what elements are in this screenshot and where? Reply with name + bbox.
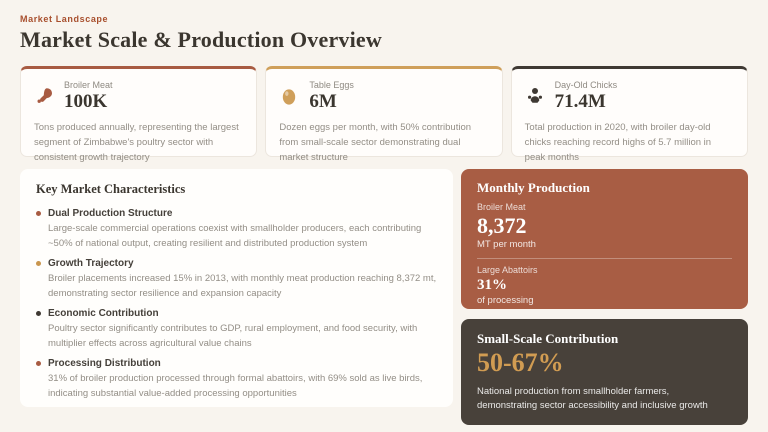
divider — [477, 258, 732, 259]
bullet-title: Growth Trajectory — [48, 256, 134, 271]
bullet-dot — [36, 311, 41, 316]
list-item: Processing Distribution 31% of broiler p… — [36, 356, 437, 401]
list-item: Dual Production Structure Large-scale co… — [36, 206, 437, 251]
stat-description: Tons produced annually, representing the… — [34, 120, 243, 165]
bullet-description: 31% of broiler production processed thro… — [48, 371, 437, 401]
panel-heading: Monthly Production — [477, 180, 732, 196]
stat-value: 6M — [309, 91, 354, 112]
bullet-dot — [36, 261, 41, 266]
bullet-title: Dual Production Structure — [48, 206, 172, 221]
small-scale-panel: Small-Scale Contribution 50-67% National… — [461, 319, 748, 425]
main-content: Key Market Characteristics Dual Producti… — [20, 169, 748, 425]
monthly-production-panel: Monthly Production Broiler Meat 8,372 MT… — [461, 169, 748, 309]
right-column: Monthly Production Broiler Meat 8,372 MT… — [461, 169, 748, 425]
stat-card-broiler-meat: Broiler Meat 100K Tons produced annually… — [20, 66, 257, 157]
metric-label: Broiler Meat — [477, 202, 732, 213]
metric-value: 31% — [477, 276, 732, 294]
slide: Market Landscape Market Scale & Producti… — [0, 0, 768, 432]
stat-card-table-eggs: Table Eggs 6M Dozen eggs per month, with… — [265, 66, 502, 157]
bullet-title: Processing Distribution — [48, 356, 161, 371]
header: Market Landscape Market Scale & Producti… — [20, 14, 748, 53]
metric-label: Large Abattoirs — [477, 265, 732, 276]
bullet-dot — [36, 211, 41, 216]
key-characteristics-panel: Key Market Characteristics Dual Producti… — [20, 169, 453, 407]
bullet-description: Poultry sector significantly contributes… — [48, 321, 437, 351]
stat-value: 100K — [64, 91, 113, 112]
panel-description: National production from smallholder far… — [477, 385, 732, 413]
stat-description: Total production in 2020, with broiler d… — [525, 120, 734, 165]
stat-description: Dozen eggs per month, with 50% contribut… — [279, 120, 488, 165]
section-heading: Key Market Characteristics — [36, 182, 437, 197]
bullet-description: Large-scale commercial operations coexis… — [48, 221, 437, 251]
metric-value: 8,372 — [477, 213, 732, 238]
stat-label: Broiler Meat — [64, 80, 113, 91]
list-item: Growth Trajectory Broiler placements inc… — [36, 256, 437, 301]
list-item: Economic Contribution Poultry sector sig… — [36, 306, 437, 351]
metric-unit: of processing — [477, 295, 732, 307]
page-title: Market Scale & Production Overview — [20, 27, 748, 53]
stat-cards-row: Broiler Meat 100K Tons produced annually… — [20, 66, 748, 157]
bullet-title: Economic Contribution — [48, 306, 159, 321]
stat-label: Day-Old Chicks — [555, 80, 618, 91]
bullet-description: Broiler placements increased 15% in 2013… — [48, 271, 437, 301]
eyebrow-label: Market Landscape — [20, 14, 748, 24]
drumstick-icon — [34, 86, 54, 106]
metric-value: 50-67% — [477, 348, 732, 377]
egg-icon — [279, 86, 299, 106]
metric-unit: MT per month — [477, 239, 732, 251]
stat-label: Table Eggs — [309, 80, 354, 91]
stat-value: 71.4M — [555, 91, 618, 112]
bullet-dot — [36, 361, 41, 366]
stat-card-day-old-chicks: Day-Old Chicks 71.4M Total production in… — [511, 66, 748, 157]
panel-heading: Small-Scale Contribution — [477, 331, 732, 347]
chick-icon — [525, 86, 545, 106]
